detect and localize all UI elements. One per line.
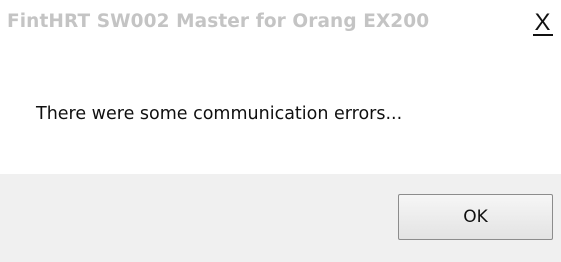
close-icon-underline bbox=[533, 34, 553, 36]
button-bar: OK bbox=[0, 174, 561, 262]
window-title: FintHRT SW002 Master for Orang EX200 bbox=[7, 11, 430, 32]
ok-button[interactable]: OK bbox=[398, 194, 553, 240]
close-icon: X bbox=[534, 8, 551, 36]
dialog-body: There were some communication errors... bbox=[0, 50, 561, 174]
message-text: There were some communication errors... bbox=[36, 104, 403, 124]
message-dialog: FintHRT SW002 Master for Orang EX200 X T… bbox=[0, 0, 561, 262]
title-bar: FintHRT SW002 Master for Orang EX200 X bbox=[0, 0, 561, 50]
